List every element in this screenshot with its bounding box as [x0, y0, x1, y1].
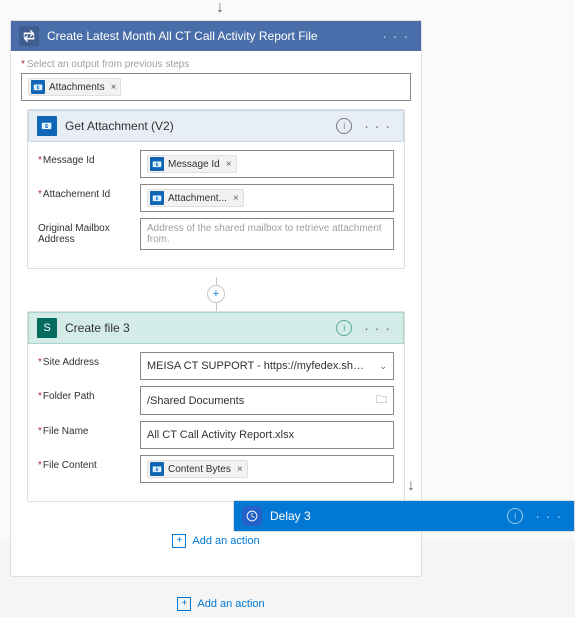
outlook-icon: 📧: [150, 462, 164, 476]
delay-header[interactable]: Delay 3 i · · ·: [234, 501, 574, 531]
plus-icon: +: [172, 534, 186, 548]
message-id-input[interactable]: 📧 Message Id ×: [140, 150, 394, 178]
site-address-select[interactable]: MEISA CT SUPPORT - https://myfedex.share…: [140, 352, 394, 380]
file-name-input[interactable]: All CT Call Activity Report.xlsx: [140, 421, 394, 449]
folder-path-input[interactable]: /Shared Documents 🗀: [140, 386, 394, 415]
get-attachment-card: 📧 Get Attachment (V2) i · · · Message Id…: [27, 109, 405, 269]
file-content-input[interactable]: 📧 Content Bytes ×: [140, 455, 394, 483]
delay-title: Delay 3: [270, 509, 499, 523]
add-action-outer[interactable]: + Add an action: [10, 591, 432, 617]
create-file-title: Create file 3: [65, 321, 328, 335]
arrow-down-icon: ↓: [407, 478, 415, 494]
menu-icon[interactable]: · · ·: [531, 508, 566, 524]
mailbox-input[interactable]: Address of the shared mailbox to retriev…: [140, 218, 394, 250]
outlook-icon: 📧: [37, 116, 57, 136]
loop-header[interactable]: Create Latest Month All CT Call Activity…: [11, 21, 421, 51]
file-content-label: File Content: [38, 455, 134, 471]
remove-token-icon[interactable]: ×: [111, 82, 117, 93]
attachment-id-input[interactable]: 📧 Attachment... ×: [140, 184, 394, 212]
connector: [216, 277, 217, 285]
loop-card: Create Latest Month All CT Call Activity…: [10, 20, 422, 577]
loop-input[interactable]: 📧 Attachments ×: [21, 73, 411, 101]
create-file-card: S Create file 3 i · · · Site Address MEI…: [27, 311, 405, 502]
menu-icon[interactable]: · · ·: [378, 28, 413, 44]
sharepoint-icon: S: [37, 318, 57, 338]
menu-icon[interactable]: · · ·: [360, 320, 395, 336]
content-bytes-token[interactable]: 📧 Content Bytes ×: [147, 460, 248, 478]
plus-icon: +: [177, 597, 191, 611]
chevron-down-icon: ⌄: [379, 361, 387, 372]
attachment-id-token[interactable]: 📧 Attachment... ×: [147, 189, 244, 207]
loop-title: Create Latest Month All CT Call Activity…: [47, 29, 370, 43]
folder-picker-icon[interactable]: 🗀: [376, 391, 387, 410]
message-id-label: Message Id: [38, 150, 134, 166]
add-step-icon[interactable]: +: [207, 285, 225, 303]
message-id-token[interactable]: 📧 Message Id ×: [147, 155, 237, 173]
file-name-label: File Name: [38, 421, 134, 437]
clock-icon: [242, 506, 262, 526]
create-file-header[interactable]: S Create file 3 i · · ·: [28, 312, 404, 344]
site-address-label: Site Address: [38, 352, 134, 368]
output-hint: Select an output from previous steps: [21, 59, 411, 70]
attachment-id-label: Attachement Id: [38, 184, 134, 200]
get-attachment-header[interactable]: 📧 Get Attachment (V2) i · · ·: [28, 110, 404, 142]
delay-card: Delay 3 i · · ·: [233, 500, 575, 532]
remove-token-icon[interactable]: ×: [237, 464, 243, 475]
info-icon[interactable]: i: [507, 508, 523, 524]
info-icon[interactable]: i: [336, 320, 352, 336]
outlook-icon: 📧: [31, 80, 45, 94]
outlook-icon: 📧: [150, 157, 164, 171]
remove-token-icon[interactable]: ×: [226, 159, 232, 170]
get-attachment-title: Get Attachment (V2): [65, 119, 328, 133]
loop-icon: [19, 26, 39, 46]
arrow-down-icon: ↓: [210, 0, 230, 16]
remove-token-icon[interactable]: ×: [233, 193, 239, 204]
connector: [216, 303, 217, 311]
menu-icon[interactable]: · · ·: [360, 118, 395, 134]
outlook-icon: 📧: [150, 191, 164, 205]
attachments-token[interactable]: 📧 Attachments ×: [28, 78, 121, 96]
info-icon[interactable]: i: [336, 118, 352, 134]
mailbox-label: Original Mailbox Address: [38, 218, 134, 245]
folder-path-label: Folder Path: [38, 386, 134, 402]
